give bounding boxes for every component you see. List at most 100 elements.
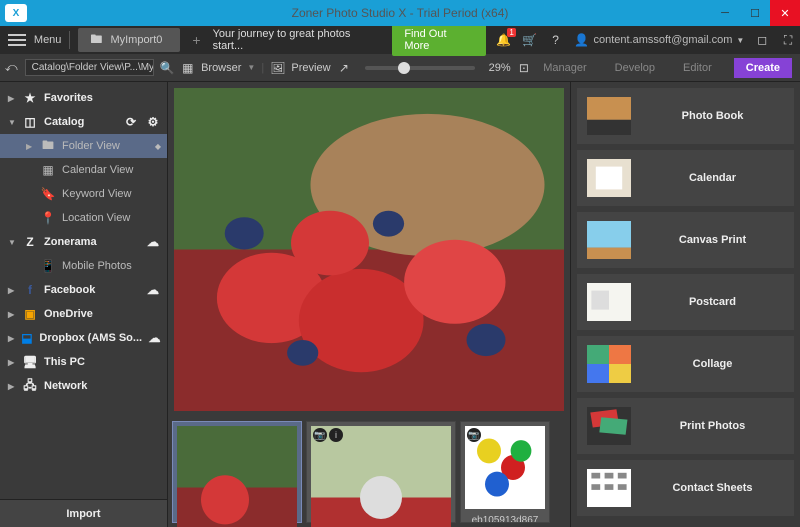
calendar-view-node[interactable]: ▦Calendar View — [0, 158, 167, 182]
network-node[interactable]: ▶🖧Network — [0, 374, 167, 398]
zonerama-node[interactable]: ▼ZZonerama☁ — [0, 230, 167, 254]
gear-icon[interactable]: ⚙ — [145, 114, 161, 130]
fullscreen-icon[interactable]: ⛶ — [780, 32, 796, 48]
postcard-label: Postcard — [641, 296, 784, 308]
tab-myimport[interactable]: 🖿 MyImport0 — [78, 28, 180, 52]
cloud-icon: ☁ — [145, 282, 161, 298]
pin-icon: 📍 — [40, 210, 56, 226]
minimize-button[interactable]: ─ — [710, 0, 740, 26]
cloud-icon: ☁ — [148, 330, 161, 346]
catalog-node[interactable]: ▼◫Catalog⟳⚙ — [0, 110, 167, 134]
grid-icon[interactable]: ▦ — [180, 60, 195, 76]
calendar-icon: ▦ — [40, 162, 56, 178]
mobile-photos-node[interactable]: 📱 Mobile Photos — [0, 254, 167, 278]
window-mode-icon[interactable]: ◻ — [754, 32, 770, 48]
folder-icon: 🖿 — [40, 138, 56, 154]
search-icon[interactable]: 🔍 — [160, 60, 175, 76]
menu-icon[interactable] — [8, 34, 26, 46]
keyword-view-node[interactable]: 🔖 Keyword View — [0, 182, 167, 206]
user-account[interactable]: 👤 content.amssoft@gmail.com ▼ — [573, 32, 744, 48]
canvas-print-card[interactable]: Canvas Print — [577, 212, 794, 268]
contact-sheets-label: Contact Sheets — [641, 482, 784, 494]
title-bar: X Zoner Photo Studio X - Trial Period (x… — [0, 0, 800, 26]
back-icon[interactable]: ⤺ — [4, 60, 19, 76]
calendar-thumb — [587, 159, 631, 197]
window-title: Zoner Photo Studio X - Trial Period (x64… — [0, 6, 800, 20]
toolbar: ⤺ Catalog\Folder View\P...\MyImport0 🔍 ▦… — [0, 54, 800, 82]
folder-view-label: Folder View — [62, 140, 120, 152]
this-pc-label: This PC — [44, 356, 85, 368]
tab-label: MyImport0 — [110, 34, 162, 46]
thumbnail[interactable]: 📷 eb105913d867 — [460, 421, 550, 523]
star-icon: ★ — [22, 90, 38, 106]
maximize-button[interactable]: ☐ — [740, 0, 770, 26]
create-panel: Photo Book Calendar Canvas Print Postcard Co… — [570, 82, 800, 527]
editor-tab[interactable]: Editor — [677, 58, 718, 78]
favorites-node[interactable]: ▶★Favorites — [0, 86, 167, 110]
location-view-label: Location View — [62, 212, 130, 224]
refresh-icon[interactable]: ⟳ — [123, 114, 139, 130]
mobile-photos-label: Mobile Photos — [62, 260, 132, 272]
calendar-card[interactable]: Calendar — [577, 150, 794, 206]
notification-icon[interactable]: 🔔1 — [496, 32, 512, 48]
canvas-print-thumb — [587, 221, 631, 259]
promo-text: Your journey to great photos start... — [213, 28, 383, 52]
info-icon: i — [329, 428, 343, 442]
develop-tab[interactable]: Develop — [609, 58, 661, 78]
menu-label[interactable]: Menu — [34, 34, 62, 46]
sidebar: ▶★Favorites ▼◫Catalog⟳⚙ ▶🖿Folder View◆ ▦… — [0, 82, 168, 527]
facebook-icon: f — [22, 282, 38, 298]
create-tab[interactable]: Create — [734, 58, 792, 78]
import-button[interactable]: Import — [0, 499, 167, 527]
path-input[interactable]: Catalog\Folder View\P...\MyImport0 — [25, 59, 154, 76]
contact-sheets-card[interactable]: Contact Sheets — [577, 460, 794, 516]
menu-bar: Menu 🖿 MyImport0 + Your journey to great… — [0, 26, 800, 54]
help-icon[interactable]: ? — [548, 32, 564, 48]
network-label: Network — [44, 380, 87, 392]
print-photos-card[interactable]: Print Photos — [577, 398, 794, 454]
camera-icon: 📷 — [467, 428, 481, 442]
collage-thumb — [587, 345, 631, 383]
onedrive-label: OneDrive — [44, 308, 93, 320]
zoom-slider[interactable] — [365, 66, 474, 70]
external-icon[interactable]: ↗ — [337, 60, 352, 76]
network-icon: 🖧 — [22, 378, 38, 394]
thumbnail[interactable]: 📷i ★★★★★ bestseller_cover.jpeg — [306, 421, 456, 523]
add-tab-button[interactable]: + — [184, 32, 208, 48]
location-view-node[interactable]: 📍 Location View — [0, 206, 167, 230]
thumbnail-caption: eb105913d867 — [461, 513, 549, 522]
cart-icon[interactable]: 🛒 — [522, 32, 538, 48]
divider — [69, 31, 70, 49]
dropbox-node[interactable]: ▶⬓Dropbox (AMS So...☁ — [0, 326, 167, 350]
close-button[interactable]: ✕ — [770, 0, 800, 26]
image-icon[interactable]: 🖼 — [270, 60, 285, 76]
collage-card[interactable]: Collage — [577, 336, 794, 392]
preview-label[interactable]: Preview — [291, 62, 330, 74]
print-photos-thumb — [587, 407, 631, 445]
contact-sheets-thumb — [587, 469, 631, 507]
photo-book-card[interactable]: Photo Book — [577, 88, 794, 144]
browser-label[interactable]: Browser — [201, 62, 241, 74]
facebook-node[interactable]: ▶fFacebook☁ — [0, 278, 167, 302]
preview-image[interactable] — [174, 88, 564, 411]
dropbox-icon: ⬓ — [20, 330, 33, 346]
folder-view-node[interactable]: ▶🖿Folder View◆ — [0, 134, 167, 158]
zonerama-icon: Z — [22, 234, 38, 250]
tree: ▶★Favorites ▼◫Catalog⟳⚙ ▶🖿Folder View◆ ▦… — [0, 82, 167, 499]
manager-tab[interactable]: Manager — [537, 58, 592, 78]
zonerama-label: Zonerama — [44, 236, 97, 248]
filmstrip: 4875589897.jpg 📷i ★★★★★ bestseller_cover… — [168, 417, 570, 527]
phone-icon: 📱 — [40, 258, 56, 274]
canvas-print-label: Canvas Print — [641, 234, 784, 246]
tag-icon: 🔖 — [40, 186, 56, 202]
catalog-label: Catalog — [44, 116, 84, 128]
thumbnail[interactable]: 4875589897.jpg — [172, 421, 302, 523]
calendar-label: Calendar — [641, 172, 784, 184]
postcard-card[interactable]: Postcard — [577, 274, 794, 330]
photo-book-thumb — [587, 97, 631, 135]
onedrive-node[interactable]: ▶▣OneDrive — [0, 302, 167, 326]
fit-icon[interactable]: ⊡ — [517, 60, 532, 76]
keyword-view-label: Keyword View — [62, 188, 132, 200]
this-pc-node[interactable]: ▶🖥This PC — [0, 350, 167, 374]
find-out-more-button[interactable]: Find Out More — [392, 24, 486, 56]
